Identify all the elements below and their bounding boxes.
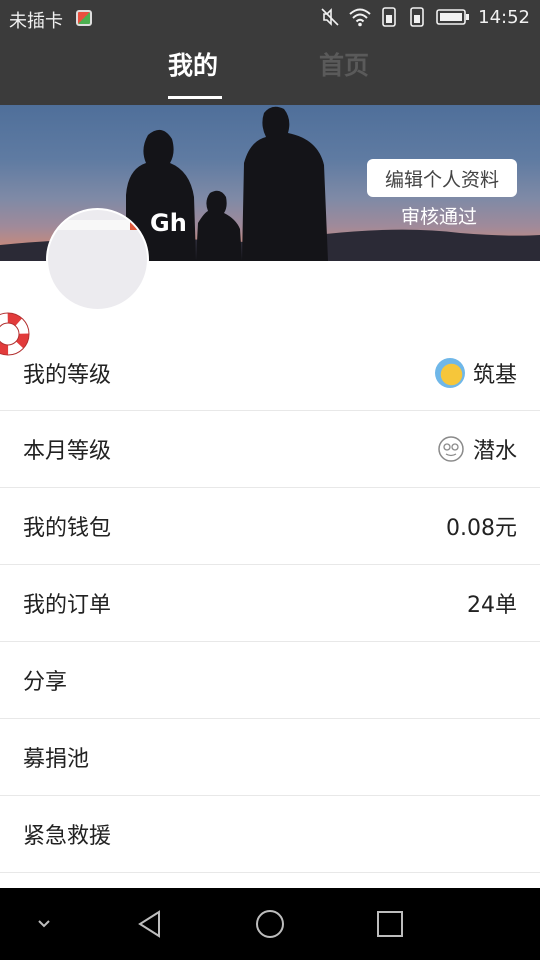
battery-icon — [436, 9, 470, 25]
wifi-icon — [349, 8, 371, 27]
home-circle-icon — [256, 910, 284, 938]
menu-item-monthly-level[interactable]: 本月等级 潜水 — [0, 411, 540, 488]
tab-home[interactable]: 首页 — [319, 46, 369, 82]
recents-button[interactable] — [360, 888, 420, 960]
carrier-label: 未插卡 — [9, 11, 63, 32]
menu-item-label: 募捐池 — [23, 747, 90, 772]
diver-badge-icon — [438, 436, 464, 462]
active-tab-indicator — [168, 96, 222, 99]
back-triangle-icon — [138, 910, 160, 938]
profile-menu-list: 我的等级 筑基 本月等级 潜水 我的钱包 0.08元 我的订单 24单 分享 募… — [0, 335, 540, 873]
hide-keyboard-button[interactable] — [14, 888, 74, 960]
menu-item-wallet[interactable]: 我的钱包 0.08元 — [0, 488, 540, 565]
menu-item-my-level[interactable]: 我的等级 筑基 — [0, 335, 540, 411]
menu-item-label: 分享 — [23, 670, 68, 695]
chevron-down-icon — [38, 920, 50, 928]
menu-item-value: 24单 — [467, 593, 517, 618]
menu-item-label: 本月等级 — [23, 439, 112, 464]
home-button[interactable] — [240, 888, 300, 960]
menu-item-label: 我的钱包 — [23, 516, 112, 541]
recents-square-icon — [377, 911, 403, 937]
menu-item-label: 紧急救援 — [23, 824, 112, 849]
menu-item-value: 0.08元 — [446, 516, 517, 541]
clock: 14:52 — [478, 6, 530, 28]
review-status: 审核通过 — [401, 206, 478, 228]
menu-item-emergency-rescue[interactable]: 紧急救援 — [0, 796, 540, 873]
avatar[interactable] — [46, 208, 149, 311]
sim-2-icon — [410, 7, 424, 27]
back-button[interactable] — [120, 888, 180, 960]
status-icons: 14:52 — [320, 6, 530, 28]
system-navigation-bar — [0, 888, 540, 960]
tab-mine[interactable]: 我的 — [168, 46, 218, 82]
menu-item-donation-pool[interactable]: 募捐池 — [0, 719, 540, 796]
top-tab-bar: 我的 首页 — [0, 36, 540, 105]
menu-item-share[interactable]: 分享 — [0, 642, 540, 719]
edit-profile-button[interactable]: 编辑个人资料 — [367, 159, 517, 197]
mute-icon — [321, 8, 339, 26]
menu-item-label: 我的等级 — [23, 362, 112, 388]
username: Gh — [150, 209, 187, 237]
status-bar: 未插卡 14:52 — [0, 0, 540, 36]
app-notification-icon — [76, 10, 92, 26]
menu-item-value: 筑基 — [472, 362, 517, 388]
menu-item-label: 我的订单 — [23, 593, 112, 618]
menu-item-value: 潜水 — [472, 439, 517, 464]
menu-item-orders[interactable]: 我的订单 24单 — [0, 565, 540, 642]
level-badge-icon — [434, 357, 465, 388]
sim-1-icon — [382, 7, 396, 27]
